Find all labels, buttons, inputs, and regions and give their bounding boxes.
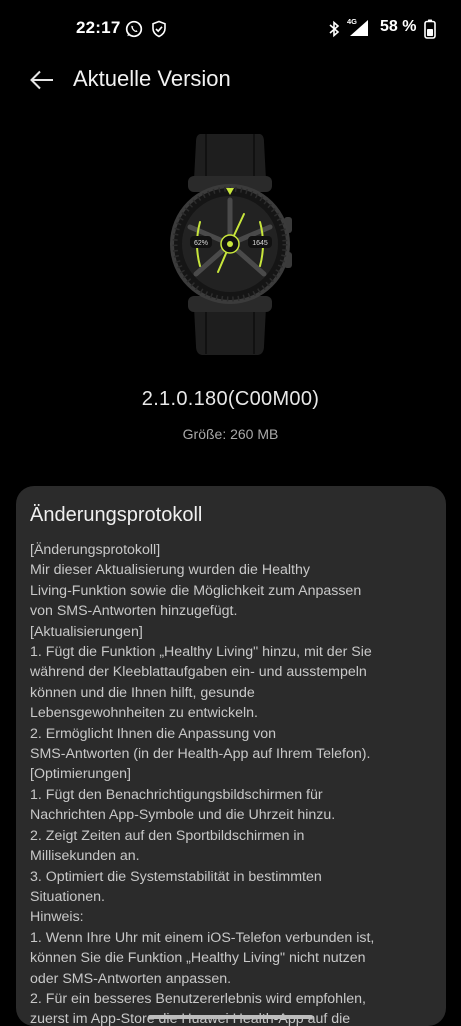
bluetooth-icon [328,20,340,43]
changelog-line: 2. Zeigt Zeiten auf den Sportbildschirme… [30,827,305,844]
changelog-line: SMS-Antworten (in der Health-App auf Ihr… [30,746,371,763]
left-complication: 62% [194,240,208,247]
arrow-left-icon [30,70,53,90]
changelog-line: Lebensgewohnheiten zu entwickeln. [30,705,258,722]
changelog-card[interactable]: Änderungsprotokoll [Änderungsprotokoll] … [16,486,446,1026]
whatsapp-icon [125,20,143,43]
page-title: Aktuelle Version [73,66,231,91]
changelog-text: [Änderungsprotokoll] Mir dieser Aktualis… [30,540,440,1026]
changelog-line: Mir dieser Aktualisierung wurden die Hea… [30,562,310,579]
update-size: Größe: 260 MB [182,426,279,442]
changelog-line: Situationen. [30,888,105,905]
shield-check-icon [151,20,167,43]
network-type: 4G [347,17,357,26]
changelog-line: Nachrichten App-Symbole und die Uhrzeit … [30,807,336,824]
battery-percent: 58 % [380,18,417,35]
changelog-line: 1. Wenn Ihre Uhr mit einem iOS-Telefon v… [30,929,375,946]
changelog-line: oder SMS-Antworten anpassen. [30,970,232,987]
right-complication: 1645 [252,240,268,247]
home-indicator[interactable] [148,1015,313,1019]
changelog-line: können und die Ihnen hilft, gesunde [30,684,255,701]
changelog-line: 2. Ermöglicht Ihnen die Anpassung von [30,725,277,742]
cellular-signal-icon: 4G [346,16,370,43]
changelog-line: während der Kleeblattaufgaben ein- und a… [30,664,367,681]
changelog-line: Hinweis: [30,909,84,926]
changelog-line: 1. Fügt den Benachrichtigungsbildschirme… [30,786,323,803]
changelog-line: 3. Optimiert die Systemstabilität in bes… [30,868,322,885]
changelog-title: Änderungsprotokoll [30,504,203,526]
status-bar: 22:17 4G 58 % [0,0,461,58]
status-time: 22:17 [76,18,121,37]
version-number: 2.1.0.180(C00M00) [141,388,320,410]
changelog-line: Living-Funktion sowie die Möglichkeit zu… [30,582,362,599]
changelog-line: 1. Fügt die Funktion „Healthy Living" hi… [30,644,372,661]
changelog-line: [Aktualisierungen] [30,623,143,640]
back-button[interactable] [24,64,60,96]
changelog-line: von SMS-Antworten hinzugefügt. [30,603,238,620]
changelog-line: können Sie die Funktion „Healthy Living"… [30,950,366,967]
header: Aktuelle Version [0,58,461,102]
watch-image: 62% 1645 [160,132,300,362]
changelog-line: [Optimierungen] [30,766,131,783]
changelog-line: [Änderungsprotokoll] [30,542,161,558]
changelog-line: Millisekunden an. [30,848,140,865]
battery-icon [424,19,436,44]
changelog-line: 2. Für ein besseres Benutzererlebnis wir… [30,990,366,1007]
